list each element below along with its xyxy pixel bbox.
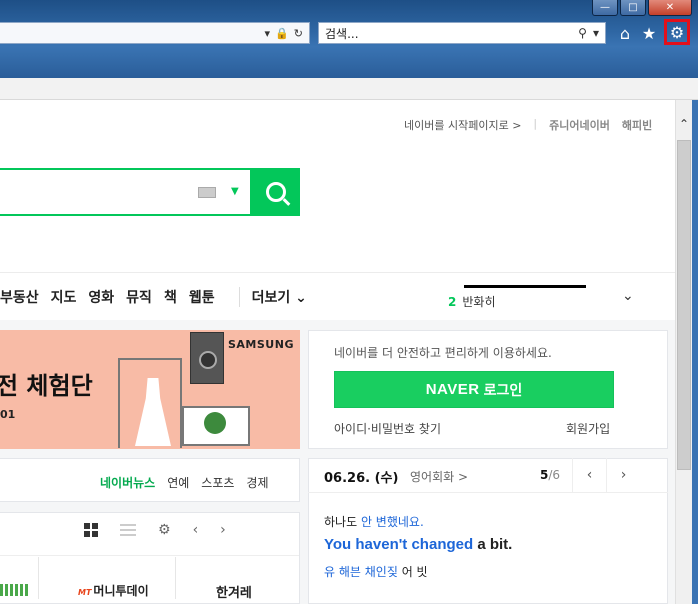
user-label[interactable]: 반화히 <box>462 295 495 309</box>
menu-item[interactable]: 영화 <box>88 287 114 307</box>
english-page-indicator: 5/6 <box>540 468 560 482</box>
tab-economy[interactable]: 경제 <box>246 474 268 491</box>
browser-search-box[interactable]: 검색... ⚲ ▾ <box>318 22 606 44</box>
press-controls: ⚙ ‹ › <box>84 522 226 538</box>
divider <box>0 555 299 556</box>
dress-illustration <box>135 378 171 446</box>
maximize-button[interactable]: □ <box>620 0 646 16</box>
english-plain: a bit. <box>473 536 513 553</box>
tree-illustration <box>204 412 226 434</box>
gear-icon[interactable]: ⚙ <box>664 19 690 45</box>
rack-bar <box>118 358 182 360</box>
tab-naver-news[interactable]: 네이버뉴스 <box>100 474 155 491</box>
scrollbar-thumb[interactable] <box>677 140 691 470</box>
washer-door <box>199 351 217 369</box>
address-bar[interactable]: ▾ 🔒 ↻ <box>0 22 310 44</box>
menu-item[interactable]: 웹툰 <box>189 287 215 307</box>
browser-toolbar-icons: ⌂ ★ ⚙ <box>616 19 690 45</box>
english-category-link[interactable]: 영어회화 > <box>410 468 468 485</box>
settings-icon[interactable]: ⚙ <box>158 522 171 538</box>
korean-highlight: 안 변했네요. <box>360 515 424 529</box>
english-date: 06.26. (수) <box>324 471 399 486</box>
banner-title: 전 체험단 <box>0 372 93 400</box>
naver-brand: NAVER <box>425 381 480 398</box>
vertical-scrollbar[interactable]: ⌃ <box>675 100 692 604</box>
chevron-right-icon[interactable]: › <box>606 458 640 492</box>
divider <box>0 272 675 273</box>
service-menu: 부동산 지도 영화 뮤직 책 웹툰 더보기 ⌄ <box>0 287 307 307</box>
more-label: 더보기 <box>251 290 291 306</box>
chevron-down-icon: ⌄ <box>290 290 307 306</box>
happybean-link[interactable]: 해피빈 <box>622 117 652 133</box>
junior-naver-link[interactable]: 쥬니어네이버 <box>549 117 610 133</box>
list-view-icon[interactable] <box>120 524 136 536</box>
find-id-password-link[interactable]: 아이디·비밀번호 찾기 <box>334 420 441 437</box>
ad-banner[interactable]: 전 체험단 01 SAMSUNG <box>0 330 300 449</box>
page-total: /6 <box>548 468 561 482</box>
grid-view-icon[interactable] <box>84 523 98 537</box>
press-logo-moneytoday[interactable]: MT 머니투데이 <box>78 582 149 599</box>
set-homepage-link[interactable]: 네이버를 시작페이지로 > <box>404 117 521 133</box>
window-controls: — □ ✕ <box>592 0 692 18</box>
search-placeholder[interactable]: 검색... <box>325 25 578 42</box>
search-icon[interactable]: ⚲ <box>578 26 587 40</box>
press-name: 머니투데이 <box>93 584 149 598</box>
window-border <box>692 100 698 604</box>
divider <box>38 557 39 599</box>
browser-command-strip <box>0 78 698 100</box>
rack-pole <box>118 358 120 448</box>
minimize-button[interactable]: — <box>592 0 618 16</box>
chevron-right-icon[interactable]: › <box>220 522 226 538</box>
star-icon[interactable]: ★ <box>640 22 658 44</box>
separator: | <box>533 117 538 130</box>
washer-illustration <box>190 332 224 384</box>
signup-link[interactable]: 회원가입 <box>566 420 610 437</box>
user-indicator-icon: 2 <box>448 295 457 309</box>
redacted-bar <box>464 285 586 288</box>
news-tabs: 네이버뉴스 연예 스포츠 경제 <box>100 474 269 491</box>
top-links: 네이버를 시작페이지로 > | 쥬니어네이버 해피빈 <box>404 117 652 133</box>
press-logo-partial[interactable] <box>0 584 28 596</box>
banner-brand: SAMSUNG <box>228 338 294 351</box>
pron-highlight: 유 해븐 채인짖 <box>324 565 398 579</box>
english-sentence[interactable]: You haven't changed a bit. <box>324 536 512 553</box>
more-menu-button[interactable]: 더보기 ⌄ <box>238 287 307 307</box>
search-icon <box>266 182 286 202</box>
banner-subtitle: 01 <box>0 408 16 421</box>
pron-plain: 어 빗 <box>397 565 428 579</box>
menu-item[interactable]: 지도 <box>51 287 77 307</box>
naver-search-button[interactable] <box>252 168 300 216</box>
refresh-icon[interactable]: ↻ <box>294 27 303 40</box>
mt-mark: MT <box>78 588 92 597</box>
user-info[interactable]: 2 반화히 <box>448 283 586 310</box>
divider <box>175 557 176 599</box>
pronunciation: 유 해븐 채인짖 어 빗 <box>324 563 428 580</box>
search-dropdown-icon[interactable]: ▾ <box>593 26 599 40</box>
close-button[interactable]: ✕ <box>648 0 692 16</box>
menu-item[interactable]: 책 <box>164 287 177 307</box>
chevron-down-icon[interactable]: ⌄ <box>622 288 634 304</box>
autocomplete-toggle-icon[interactable]: ▼ <box>231 186 239 197</box>
chevron-left-icon[interactable]: ‹ <box>193 522 199 538</box>
english-highlight: You haven't changed <box>324 536 474 553</box>
menu-item[interactable]: 부동산 <box>0 287 39 307</box>
lock-icon[interactable]: 🔒 <box>275 27 289 40</box>
login-button[interactable]: NAVER 로그인 <box>334 371 614 408</box>
home-icon[interactable]: ⌂ <box>616 22 634 44</box>
menu-item[interactable]: 뮤직 <box>126 287 152 307</box>
tab-sports[interactable]: 스포츠 <box>201 474 234 491</box>
login-button-label: 로그인 <box>483 382 523 399</box>
korean-plain: 하나도 <box>324 515 361 529</box>
login-message: 네이버를 더 안전하고 편리하게 이용하세요. <box>334 346 552 360</box>
address-dropdown-icon[interactable]: ▾ <box>265 27 271 40</box>
scroll-up-icon[interactable]: ⌃ <box>676 114 692 134</box>
chevron-left-icon[interactable]: ‹ <box>572 458 606 492</box>
korean-sentence: 하나도 안 변했네요. <box>324 513 424 530</box>
tab-entertainment[interactable]: 연예 <box>167 474 189 491</box>
press-logo-hankyoreh[interactable]: 한겨레 <box>216 582 252 601</box>
keyboard-icon[interactable] <box>198 187 216 198</box>
